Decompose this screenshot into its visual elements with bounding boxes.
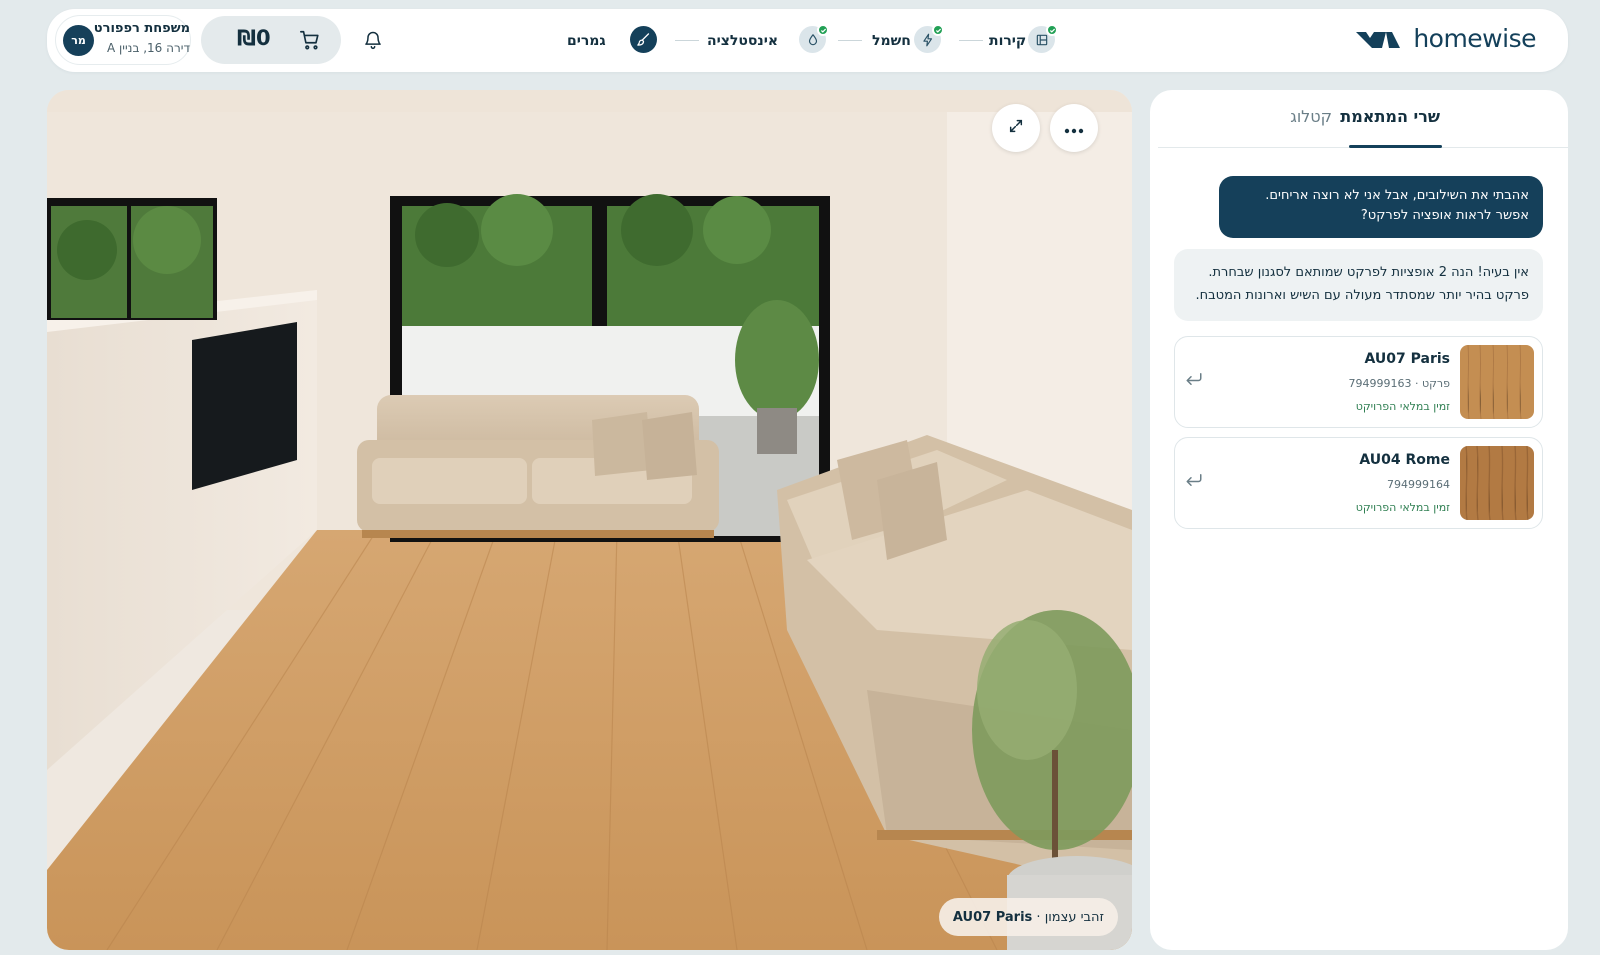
fullscreen-button[interactable]	[992, 104, 1040, 152]
product-card[interactable]: AU07 Paris פרקט · 794999163 זמין במלאי ה…	[1174, 336, 1543, 428]
step-label: קירות	[989, 33, 1027, 49]
cart-icon	[299, 29, 321, 55]
more-horizontal-icon	[1064, 119, 1084, 138]
active-tab-indicator	[1349, 145, 1442, 148]
product-card[interactable]: AU04 Rome 794999164 זמין במלאי הפרויקט	[1174, 437, 1543, 529]
material-color: זהבי עצמון	[1044, 909, 1104, 925]
cart-amount: ₪0	[237, 26, 271, 50]
expand-icon	[1008, 118, 1024, 138]
product-code: 794999164	[1387, 478, 1450, 491]
side-panel: שרי המתאמת קטלוג אהבתי את השילובים, אבל …	[1150, 90, 1568, 950]
step-finishes[interactable]: גמרים	[567, 26, 667, 56]
homewise-logo[interactable]: homewise	[1356, 23, 1536, 57]
apply-arrow-icon[interactable]	[1185, 371, 1203, 391]
cart-button[interactable]: ₪0	[201, 16, 341, 64]
tab-catalog[interactable]: קטלוג	[1290, 107, 1332, 126]
step-label: חשמל	[872, 33, 911, 49]
material-name: AU07 Paris	[952, 909, 1033, 925]
step-label: אינסטלציה	[707, 33, 779, 49]
product-swatch-image	[1460, 345, 1534, 419]
product-name: AU04 Rome	[1359, 452, 1450, 468]
user-chat-message: אהבתי את השילובים, אבל אני לא רוצה אריחי…	[1219, 176, 1543, 238]
step-walls[interactable]: קירות	[989, 24, 1069, 56]
step-plumbing[interactable]: אינסטלציה	[707, 24, 832, 56]
product-swatch-image	[1460, 446, 1534, 520]
progress-steps: גמרים אינסטלציה חשמל קירות	[567, 24, 1058, 56]
panel-tabs: שרי המתאמת קטלוג	[1158, 90, 1568, 148]
material-separator: ·	[1032, 909, 1045, 925]
step-separator	[838, 40, 862, 41]
apply-arrow-icon[interactable]	[1185, 472, 1203, 492]
more-options-button[interactable]	[1050, 104, 1098, 152]
assistant-chat-message: אין בעיה! הנה 2 אופציות לפרקט שמותאם לסג…	[1174, 249, 1543, 321]
check-icon	[1046, 24, 1058, 36]
logo-text: homewise	[1413, 24, 1536, 53]
step-separator	[959, 40, 983, 41]
avatar[interactable]: מר	[63, 25, 94, 56]
check-icon	[817, 24, 829, 36]
room-visualizer[interactable]: זהבי עצמון · AU07 Paris	[47, 90, 1132, 950]
tab-coordinator[interactable]: שרי המתאמת	[1340, 107, 1440, 126]
selected-material-chip: זהבי עצמון · AU07 Paris	[938, 898, 1118, 936]
step-label: גמרים	[567, 33, 606, 49]
product-code: פרקט · 794999163	[1348, 377, 1450, 390]
step-electricity[interactable]: חשמל	[872, 24, 952, 56]
bell-icon[interactable]	[363, 29, 383, 55]
product-availability: זמין במלאי הפרויקט	[1355, 501, 1450, 514]
brush-icon	[630, 26, 657, 53]
step-separator	[675, 40, 699, 41]
product-name: AU07 Paris	[1364, 351, 1451, 367]
logo-mark-icon	[1356, 30, 1400, 54]
check-icon	[932, 24, 944, 36]
top-header: משפחת רפפורט דירה 16, בניין A מר ₪0 גמרי…	[47, 9, 1568, 72]
room-render-image	[47, 90, 1132, 950]
product-availability: זמין במלאי הפרויקט	[1355, 400, 1450, 413]
